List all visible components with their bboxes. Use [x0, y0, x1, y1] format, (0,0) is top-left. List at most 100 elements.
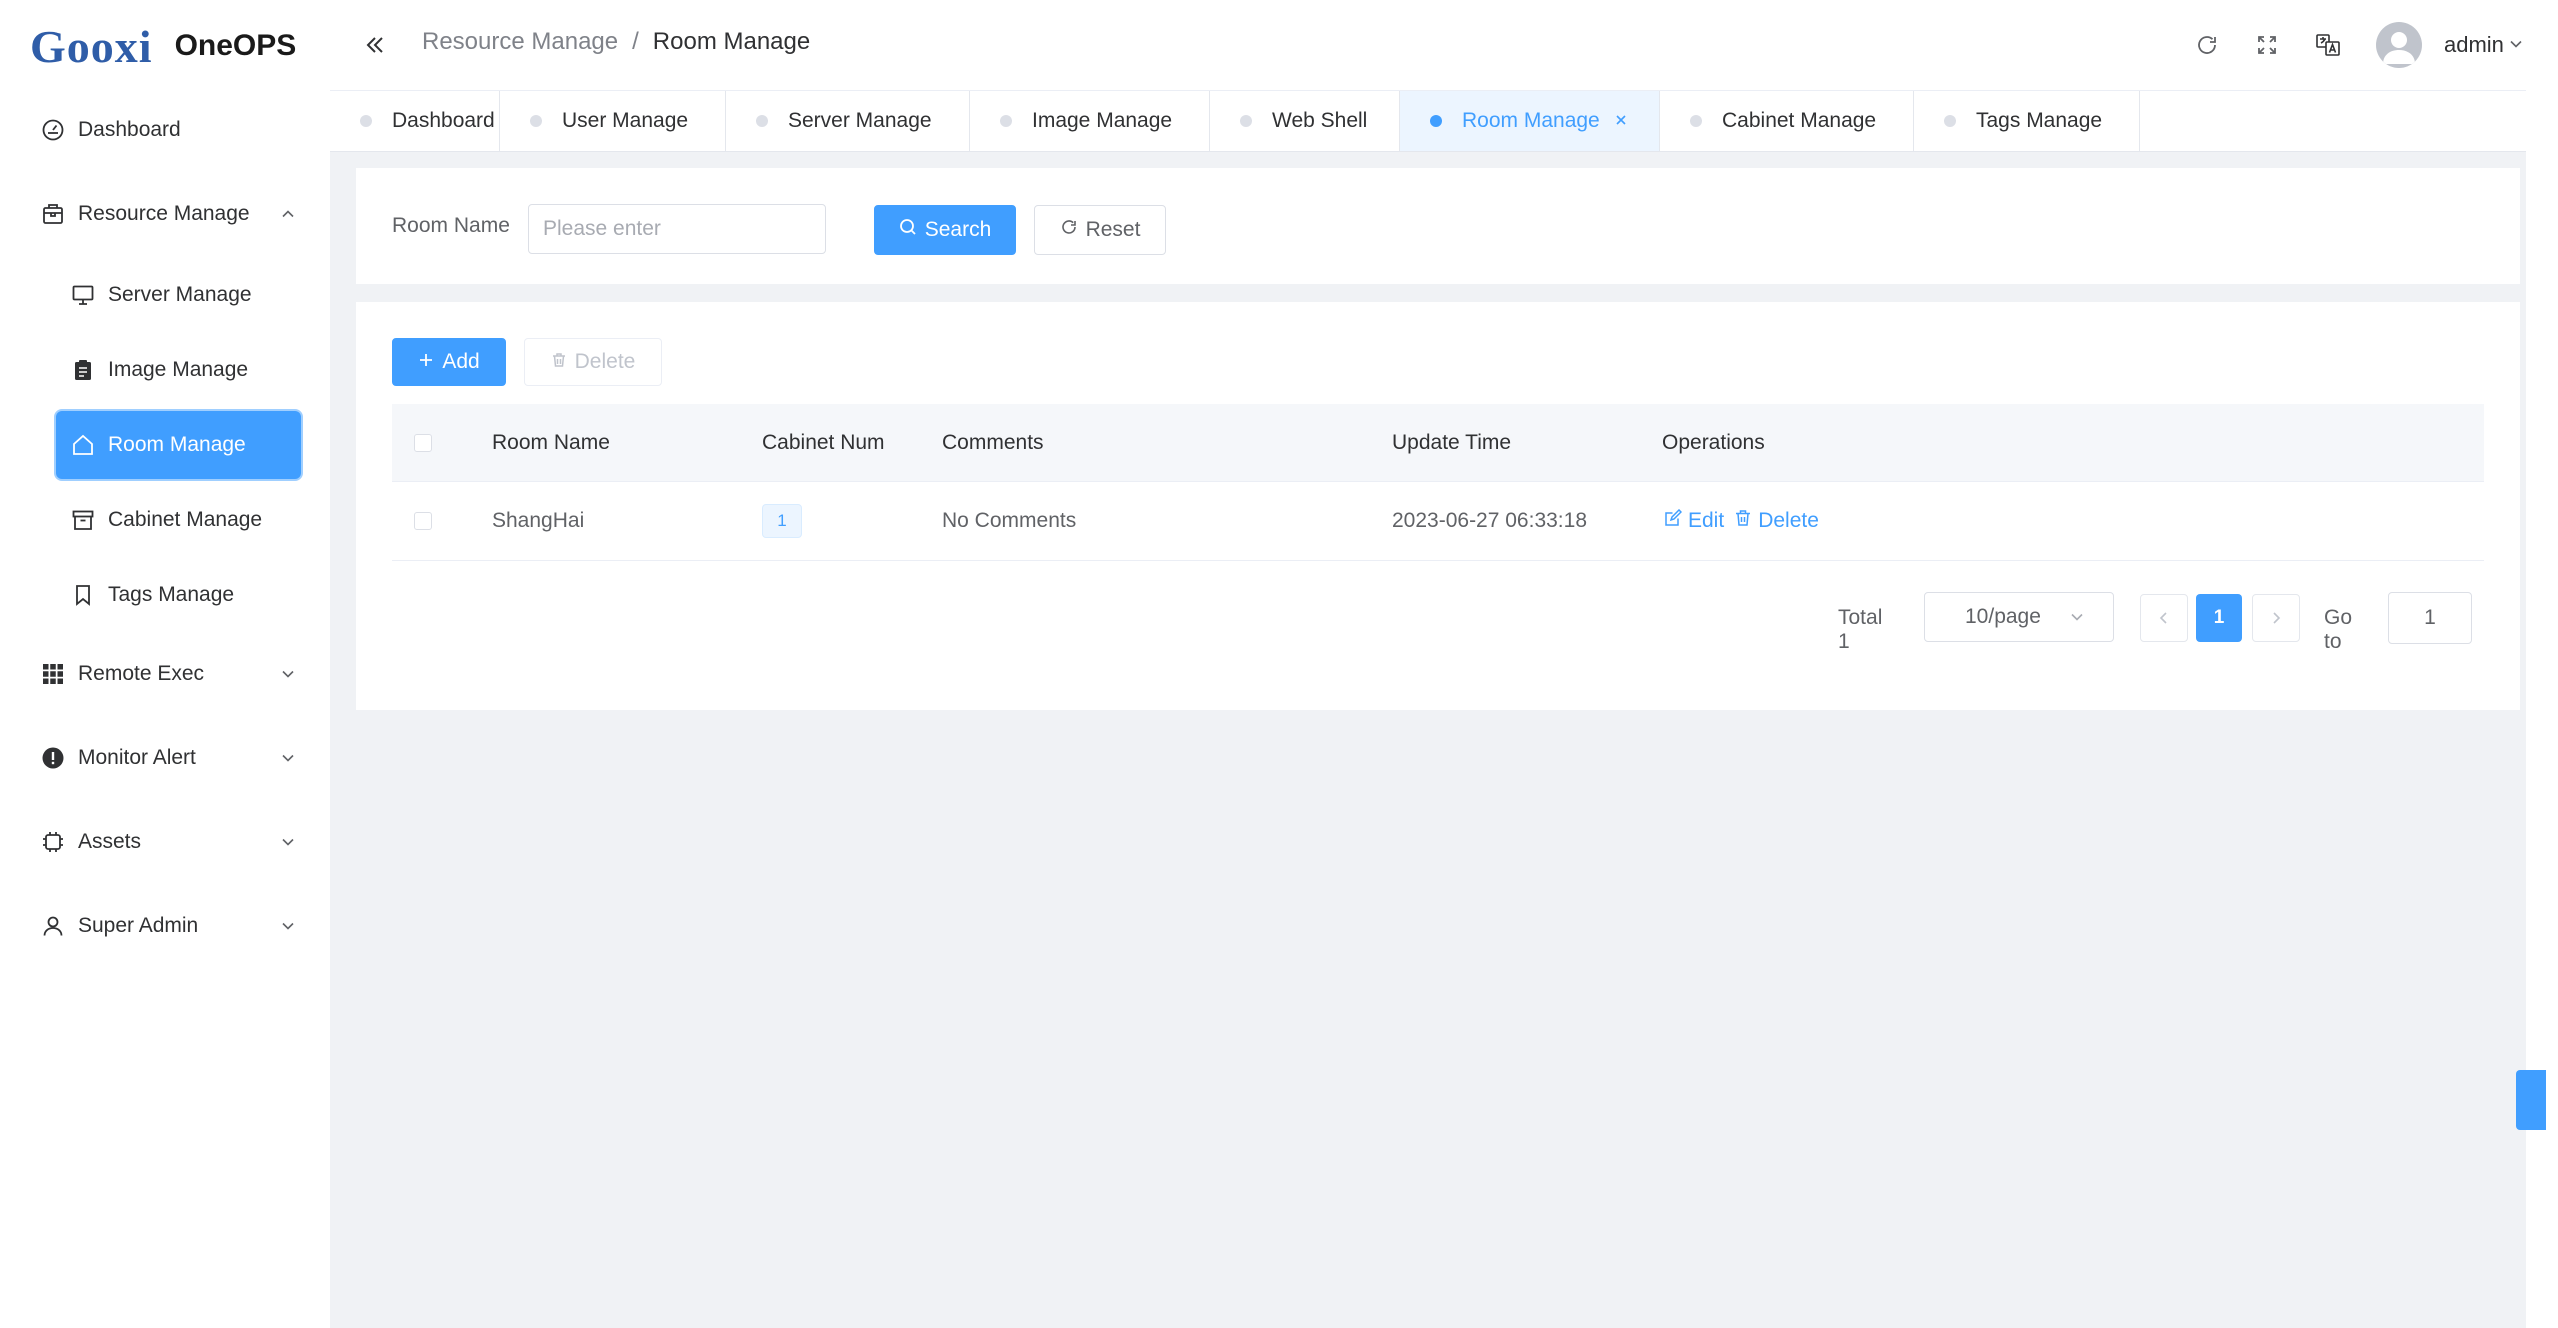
sidebar-item-label: Resource Manage — [78, 202, 250, 225]
sidebar-item-tags-manage[interactable]: Tags Manage — [56, 561, 301, 629]
goto-label: Go to — [2324, 606, 2353, 653]
batch-delete-label: Delete — [574, 350, 636, 373]
prev-page-button[interactable] — [2140, 594, 2188, 642]
brand-logo: Gooxi — [30, 20, 153, 72]
reset-button-label: Reset — [1085, 218, 1141, 241]
sidebar-item-label: Tags Manage — [108, 583, 235, 606]
tab-label: User Manage — [562, 109, 689, 132]
tab-tags-manage[interactable]: Tags Manage — [1914, 91, 2140, 151]
chevron-up-icon — [278, 204, 298, 224]
user-icon — [40, 913, 66, 939]
room-name-input[interactable] — [528, 204, 826, 254]
chevron-down-icon — [278, 832, 298, 852]
tab-server-manage[interactable]: Server Manage — [726, 91, 970, 151]
logo: Gooxi OneOPS — [30, 18, 296, 74]
grid-icon — [40, 661, 66, 687]
cabinet-num-tag: 1 — [762, 504, 802, 538]
tab-room-manage[interactable]: Room Manage — [1400, 91, 1660, 151]
dashboard-icon — [40, 117, 66, 143]
tab-dot — [1000, 115, 1012, 127]
sidebar-item-room-manage[interactable]: Room Manage — [56, 411, 301, 479]
refresh-icon[interactable] — [2192, 30, 2222, 60]
row-checkbox[interactable] — [414, 512, 432, 530]
chevron-down-icon — [278, 664, 298, 684]
delete-label: Delete — [1758, 509, 1819, 532]
language-icon[interactable] — [2313, 30, 2343, 60]
next-page-button[interactable] — [2252, 594, 2300, 642]
bookmark-icon — [70, 582, 96, 608]
tab-dot — [360, 115, 372, 127]
delete-button[interactable]: Delete — [1734, 509, 1819, 533]
search-button-label: Search — [924, 218, 992, 241]
chevron-down-icon — [278, 916, 298, 936]
refresh-icon — [1060, 218, 1078, 242]
alert-icon — [40, 745, 66, 771]
table-header: Room Name Cabinet Num Comments Update Ti… — [392, 404, 2484, 482]
comments-cell: No Comments — [942, 509, 1077, 532]
search-button[interactable]: Search — [874, 205, 1016, 255]
avatar[interactable] — [2376, 22, 2422, 68]
breadcrumb: Resource Manage / Room Manage — [422, 28, 810, 56]
sidebar-item-label: Dashboard — [78, 118, 181, 141]
app-name: OneOPS — [174, 29, 297, 62]
row-select-cell — [414, 482, 432, 560]
tab-dot — [1944, 115, 1956, 127]
operations-cell: Edit Delete — [1664, 482, 1819, 560]
sidebar-item-super-admin[interactable]: Super Admin — [0, 896, 330, 956]
tab-web-shell[interactable]: Web Shell — [1210, 91, 1400, 151]
table-card: Add Delete Room Name Cabinet Num Comment… — [356, 302, 2520, 710]
page-number-current[interactable]: 1 — [2196, 594, 2242, 642]
close-icon[interactable] — [1614, 110, 1628, 133]
tab-cabinet-manage[interactable]: Cabinet Manage — [1660, 91, 1914, 151]
top-header: Resource Manage / Room Manage admin — [330, 0, 2558, 90]
sidebar-item-label: Remote Exec — [78, 662, 205, 685]
tab-label: Cabinet Manage — [1722, 109, 1877, 132]
fullscreen-icon[interactable] — [2252, 30, 2282, 60]
sidebar-item-label: Cabinet Manage — [108, 508, 263, 531]
batch-delete-button[interactable]: Delete — [524, 338, 662, 386]
search-icon — [899, 218, 917, 242]
tab-dot — [756, 115, 768, 127]
reset-button[interactable]: Reset — [1034, 205, 1166, 255]
tab-dashboard[interactable]: Dashboard — [330, 91, 500, 151]
tab-label: Image Manage — [1032, 109, 1173, 132]
page-size-select[interactable]: 10/page — [1924, 592, 2114, 642]
tab-label: Tags Manage — [1976, 109, 2103, 132]
tab-image-manage[interactable]: Image Manage — [970, 91, 1210, 151]
cabinet-num-cell: 1 — [762, 482, 802, 560]
sidebar-item-server-manage[interactable]: Server Manage — [56, 261, 301, 329]
tab-label: Server Manage — [788, 109, 932, 132]
add-button[interactable]: Add — [392, 338, 506, 386]
update-time-cell: 2023-06-27 06:33:18 — [1392, 509, 1587, 532]
sidebar-item-cabinet-manage[interactable]: Cabinet Manage — [56, 486, 301, 554]
tab-dot — [1430, 115, 1442, 127]
sidebar-item-image-manage[interactable]: Image Manage — [56, 336, 301, 404]
tags-view-bar: Dashboard User Manage Server Manage Imag… — [330, 90, 2526, 152]
chevron-down-icon — [2069, 607, 2085, 631]
edit-label: Edit — [1688, 509, 1725, 532]
search-form-card: Room Name Search Reset — [356, 168, 2520, 284]
tab-user-manage[interactable]: User Manage — [500, 91, 726, 151]
column-header: Operations — [1662, 430, 1765, 454]
select-all-cell — [414, 404, 432, 481]
select-all-checkbox[interactable] — [414, 433, 432, 452]
chevron-down-icon — [2508, 32, 2524, 58]
sidebar-item-assets[interactable]: Assets — [0, 812, 330, 872]
goto-page-input[interactable] — [2388, 592, 2472, 644]
user-menu[interactable]: admin — [2444, 32, 2524, 58]
sidebar-item-remote-exec[interactable]: Remote Exec — [0, 644, 330, 704]
breadcrumb-item-resource-manage[interactable]: Resource Manage — [422, 28, 618, 56]
sidebar-item-dashboard[interactable]: Dashboard — [0, 100, 330, 160]
sidebar-item-monitor-alert[interactable]: Monitor Alert — [0, 728, 330, 788]
archive-box-icon — [70, 507, 96, 533]
edit-button[interactable]: Edit — [1664, 508, 1725, 533]
tab-label: Dashboard — [392, 109, 495, 132]
chevron-down-icon — [278, 748, 298, 768]
breadcrumb-item-room-manage: Room Manage — [652, 28, 811, 55]
breadcrumb-separator: / — [632, 28, 639, 55]
table-row: ShangHai 1 No Comments 2023-06-27 06:33:… — [392, 482, 2484, 561]
collapse-sidebar-button[interactable] — [360, 30, 390, 60]
sidebar-item-resource-manage[interactable]: Resource Manage — [0, 184, 330, 244]
settings-drawer-tab[interactable] — [2516, 1070, 2546, 1130]
sidebar-item-label: Super Admin — [78, 914, 199, 937]
